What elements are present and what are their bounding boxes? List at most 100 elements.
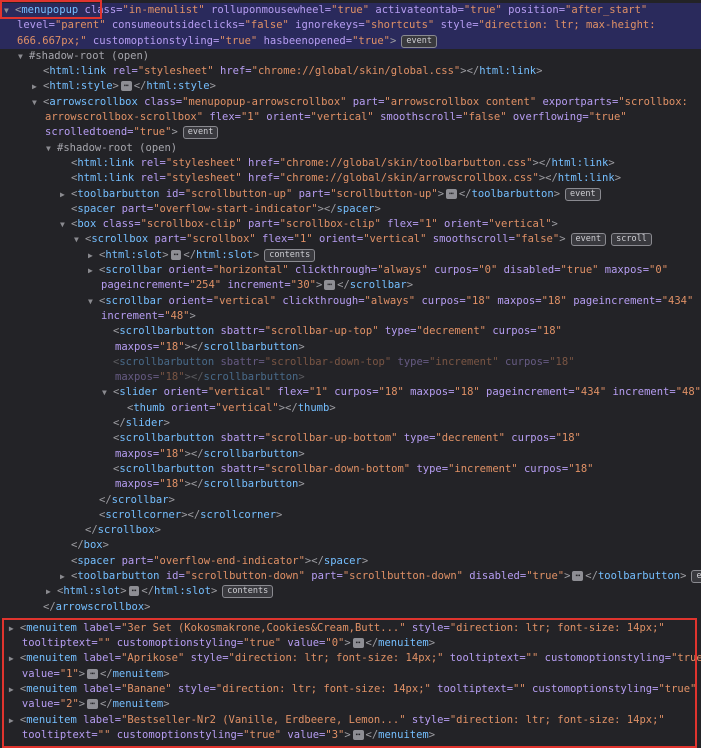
- markup-line[interactable]: level="parent" consumeoutsideclicks="fal…: [0, 18, 701, 33]
- twisty-open-icon[interactable]: ▼: [18, 49, 29, 64]
- markup-line[interactable]: <scrollcorner></scrollcorner>: [0, 508, 701, 523]
- markup-line[interactable]: <html:link rel="stylesheet" href="chrome…: [0, 156, 701, 171]
- markup-line[interactable]: 666.667px;" customoptionstyling="true" h…: [0, 34, 701, 49]
- twisty-collapsed-icon[interactable]: ▶: [60, 569, 71, 584]
- code-text: toolbarbutton: [598, 570, 680, 582]
- code-text: "scrollbar-up-bottom": [265, 432, 398, 444]
- twisty-open-icon[interactable]: ▼: [60, 217, 71, 232]
- event-badge[interactable]: event: [183, 126, 219, 139]
- event-badge[interactable]: event: [565, 188, 601, 201]
- markup-line[interactable]: ▼<arrowscrollbox class="menupopup-arrows…: [0, 95, 701, 110]
- markup-line[interactable]: ▶<menuitem label="3er Set (Kokosmakrone,…: [0, 621, 701, 636]
- markup-line[interactable]: <spacer part="overflow-end-indicator"></…: [0, 554, 701, 569]
- markup-view: ▼<menupopup class="in-menulist" rollupon…: [0, 0, 701, 743]
- markup-line[interactable]: ▶<toolbarbutton id="scrollbutton-down" p…: [0, 569, 701, 584]
- markup-line[interactable]: </scrollbox>: [0, 523, 701, 538]
- markup-line[interactable]: value="1">⋯</menuitem>: [0, 667, 701, 682]
- markup-line[interactable]: ▶<html:slot>⋯</html:slot>contents: [0, 584, 701, 599]
- markup-line[interactable]: maxpos="18"></scrollbarbutton>: [0, 340, 701, 355]
- scroll-badge[interactable]: scroll: [611, 233, 652, 246]
- ellipsis-icon[interactable]: ⋯: [446, 189, 457, 199]
- markup-line[interactable]: arrowscrollbox-scrollbox" flex="1" orien…: [0, 110, 701, 125]
- markup-line[interactable]: ▼#shadow-root (open): [0, 141, 701, 156]
- event-badge[interactable]: event: [691, 570, 701, 583]
- twisty-collapsed-icon[interactable]: ▶: [60, 187, 71, 202]
- twisty-collapsed-icon[interactable]: ▶: [32, 79, 43, 94]
- markup-line[interactable]: value="2">⋯</menuitem>: [0, 697, 701, 712]
- markup-line[interactable]: <html:link rel="stylesheet" href="chrome…: [0, 171, 701, 186]
- markup-line[interactable]: <scrollbarbutton sbattr="scrollbar-up-bo…: [0, 431, 701, 446]
- twisty-open-icon[interactable]: ▼: [74, 232, 85, 247]
- markup-line[interactable]: pageincrement="254" increment="30">⋯</sc…: [0, 278, 701, 293]
- twisty-open-icon[interactable]: ▼: [32, 95, 43, 110]
- markup-line[interactable]: ▶<html:slot>⋯</html:slot>contents: [0, 248, 701, 263]
- ellipsis-icon[interactable]: ⋯: [87, 669, 98, 679]
- code-text: ignorekeys=: [289, 19, 365, 31]
- markup-line[interactable]: ▼<slider orient="vertical" flex="1" curp…: [0, 385, 701, 400]
- twisty-collapsed-icon[interactable]: ▶: [9, 621, 20, 636]
- markup-line[interactable]: ▶<html:style>⋯</html:style>: [0, 79, 701, 94]
- event-badge[interactable]: event: [571, 233, 607, 246]
- markup-line[interactable]: <scrollbarbutton sbattr="scrollbar-down-…: [0, 355, 701, 370]
- ellipsis-icon[interactable]: ⋯: [87, 699, 98, 709]
- markup-line[interactable]: ▼<menupopup class="in-menulist" rollupon…: [0, 3, 701, 18]
- ellipsis-icon[interactable]: ⋯: [324, 280, 335, 290]
- markup-line[interactable]: ▼<scrollbox part="scrollbox" flex="1" or…: [0, 232, 701, 247]
- markup-line[interactable]: ▶<menuitem label="Aprikose" style="direc…: [0, 651, 701, 666]
- code-text: menuitem: [378, 729, 429, 741]
- markup-line[interactable]: <scrollbarbutton sbattr="scrollbar-up-to…: [0, 324, 701, 339]
- twisty-open-icon[interactable]: ▼: [88, 294, 99, 309]
- markup-line[interactable]: ▶<scrollbar orient="horizontal" clickthr…: [0, 263, 701, 278]
- code-text: >: [362, 555, 368, 567]
- markup-line[interactable]: <scrollbarbutton sbattr="scrollbar-down-…: [0, 462, 701, 477]
- markup-line[interactable]: </arrowscrollbox>: [0, 600, 701, 615]
- markup-line[interactable]: scrolledtoend="true">event: [0, 125, 701, 140]
- markup-line[interactable]: ▼<box class="scrollbox-clip" part="scrol…: [0, 217, 701, 232]
- code-text: #shadow-root (open): [57, 142, 177, 154]
- twisty-collapsed-icon[interactable]: ▶: [9, 651, 20, 666]
- twisty-open-icon[interactable]: ▼: [102, 385, 113, 400]
- code-text: maxpos=: [115, 341, 159, 353]
- twisty-collapsed-icon[interactable]: ▶: [9, 713, 20, 728]
- code-text: disabled=: [497, 264, 560, 276]
- markup-line[interactable]: tooltiptext="" customoptionstyling="true…: [0, 636, 701, 651]
- markup-line[interactable]: <html:link rel="stylesheet" href="chrome…: [0, 64, 701, 79]
- twisty-open-icon[interactable]: ▼: [46, 141, 57, 156]
- markup-line[interactable]: </box>: [0, 538, 701, 553]
- markup-line[interactable]: maxpos="18"></scrollbarbutton>: [0, 370, 701, 385]
- event-badge[interactable]: event: [401, 35, 437, 48]
- markup-line[interactable]: </scrollbar>: [0, 493, 701, 508]
- markup-line[interactable]: ▶<menuitem label="Banane" style="directi…: [0, 682, 701, 697]
- code-text: customoptionstyling=: [110, 729, 243, 741]
- markup-line[interactable]: ▼#shadow-root (open): [0, 49, 701, 64]
- ellipsis-icon[interactable]: ⋯: [129, 586, 140, 596]
- contents-badge[interactable]: contents: [264, 249, 315, 262]
- ellipsis-icon[interactable]: ⋯: [353, 730, 364, 740]
- twisty-collapsed-icon[interactable]: ▶: [9, 682, 20, 697]
- twisty-open-icon[interactable]: ▼: [4, 3, 15, 18]
- ellipsis-icon[interactable]: ⋯: [353, 638, 364, 648]
- contents-badge[interactable]: contents: [222, 585, 273, 598]
- markup-line[interactable]: <thumb orient="vertical"></thumb>: [0, 401, 701, 416]
- markup-line[interactable]: ▶<toolbarbutton id="scrollbutton-up" par…: [0, 187, 701, 202]
- markup-line[interactable]: ▼<scrollbar orient="vertical" clickthrou…: [0, 294, 701, 309]
- code-text: increment=: [606, 386, 676, 398]
- code-text: sbattr=: [214, 463, 265, 475]
- code-text: >: [316, 279, 322, 291]
- markup-line[interactable]: </slider>: [0, 416, 701, 431]
- code-text: "scrollbutton-up": [330, 188, 437, 200]
- markup-line[interactable]: ▶<menuitem label="Bestseller-Nr2 (Vanill…: [0, 713, 701, 728]
- markup-line[interactable]: maxpos="18"></scrollbarbutton>: [0, 477, 701, 492]
- ellipsis-icon[interactable]: ⋯: [572, 571, 583, 581]
- twisty-collapsed-icon[interactable]: ▶: [46, 584, 57, 599]
- markup-line[interactable]: <spacer part="overflow-start-indicator">…: [0, 202, 701, 217]
- code-text: "decrement": [416, 325, 486, 337]
- markup-line[interactable]: increment="48">: [0, 309, 701, 324]
- twisty-collapsed-icon[interactable]: ▶: [88, 248, 99, 263]
- markup-line[interactable]: maxpos="18"></scrollbarbutton>: [0, 447, 701, 462]
- ellipsis-icon[interactable]: ⋯: [171, 250, 182, 260]
- code-text: "18": [537, 325, 562, 337]
- markup-line[interactable]: tooltiptext="" customoptionstyling="true…: [0, 728, 701, 743]
- twisty-collapsed-icon[interactable]: ▶: [88, 263, 99, 278]
- ellipsis-icon[interactable]: ⋯: [121, 81, 132, 91]
